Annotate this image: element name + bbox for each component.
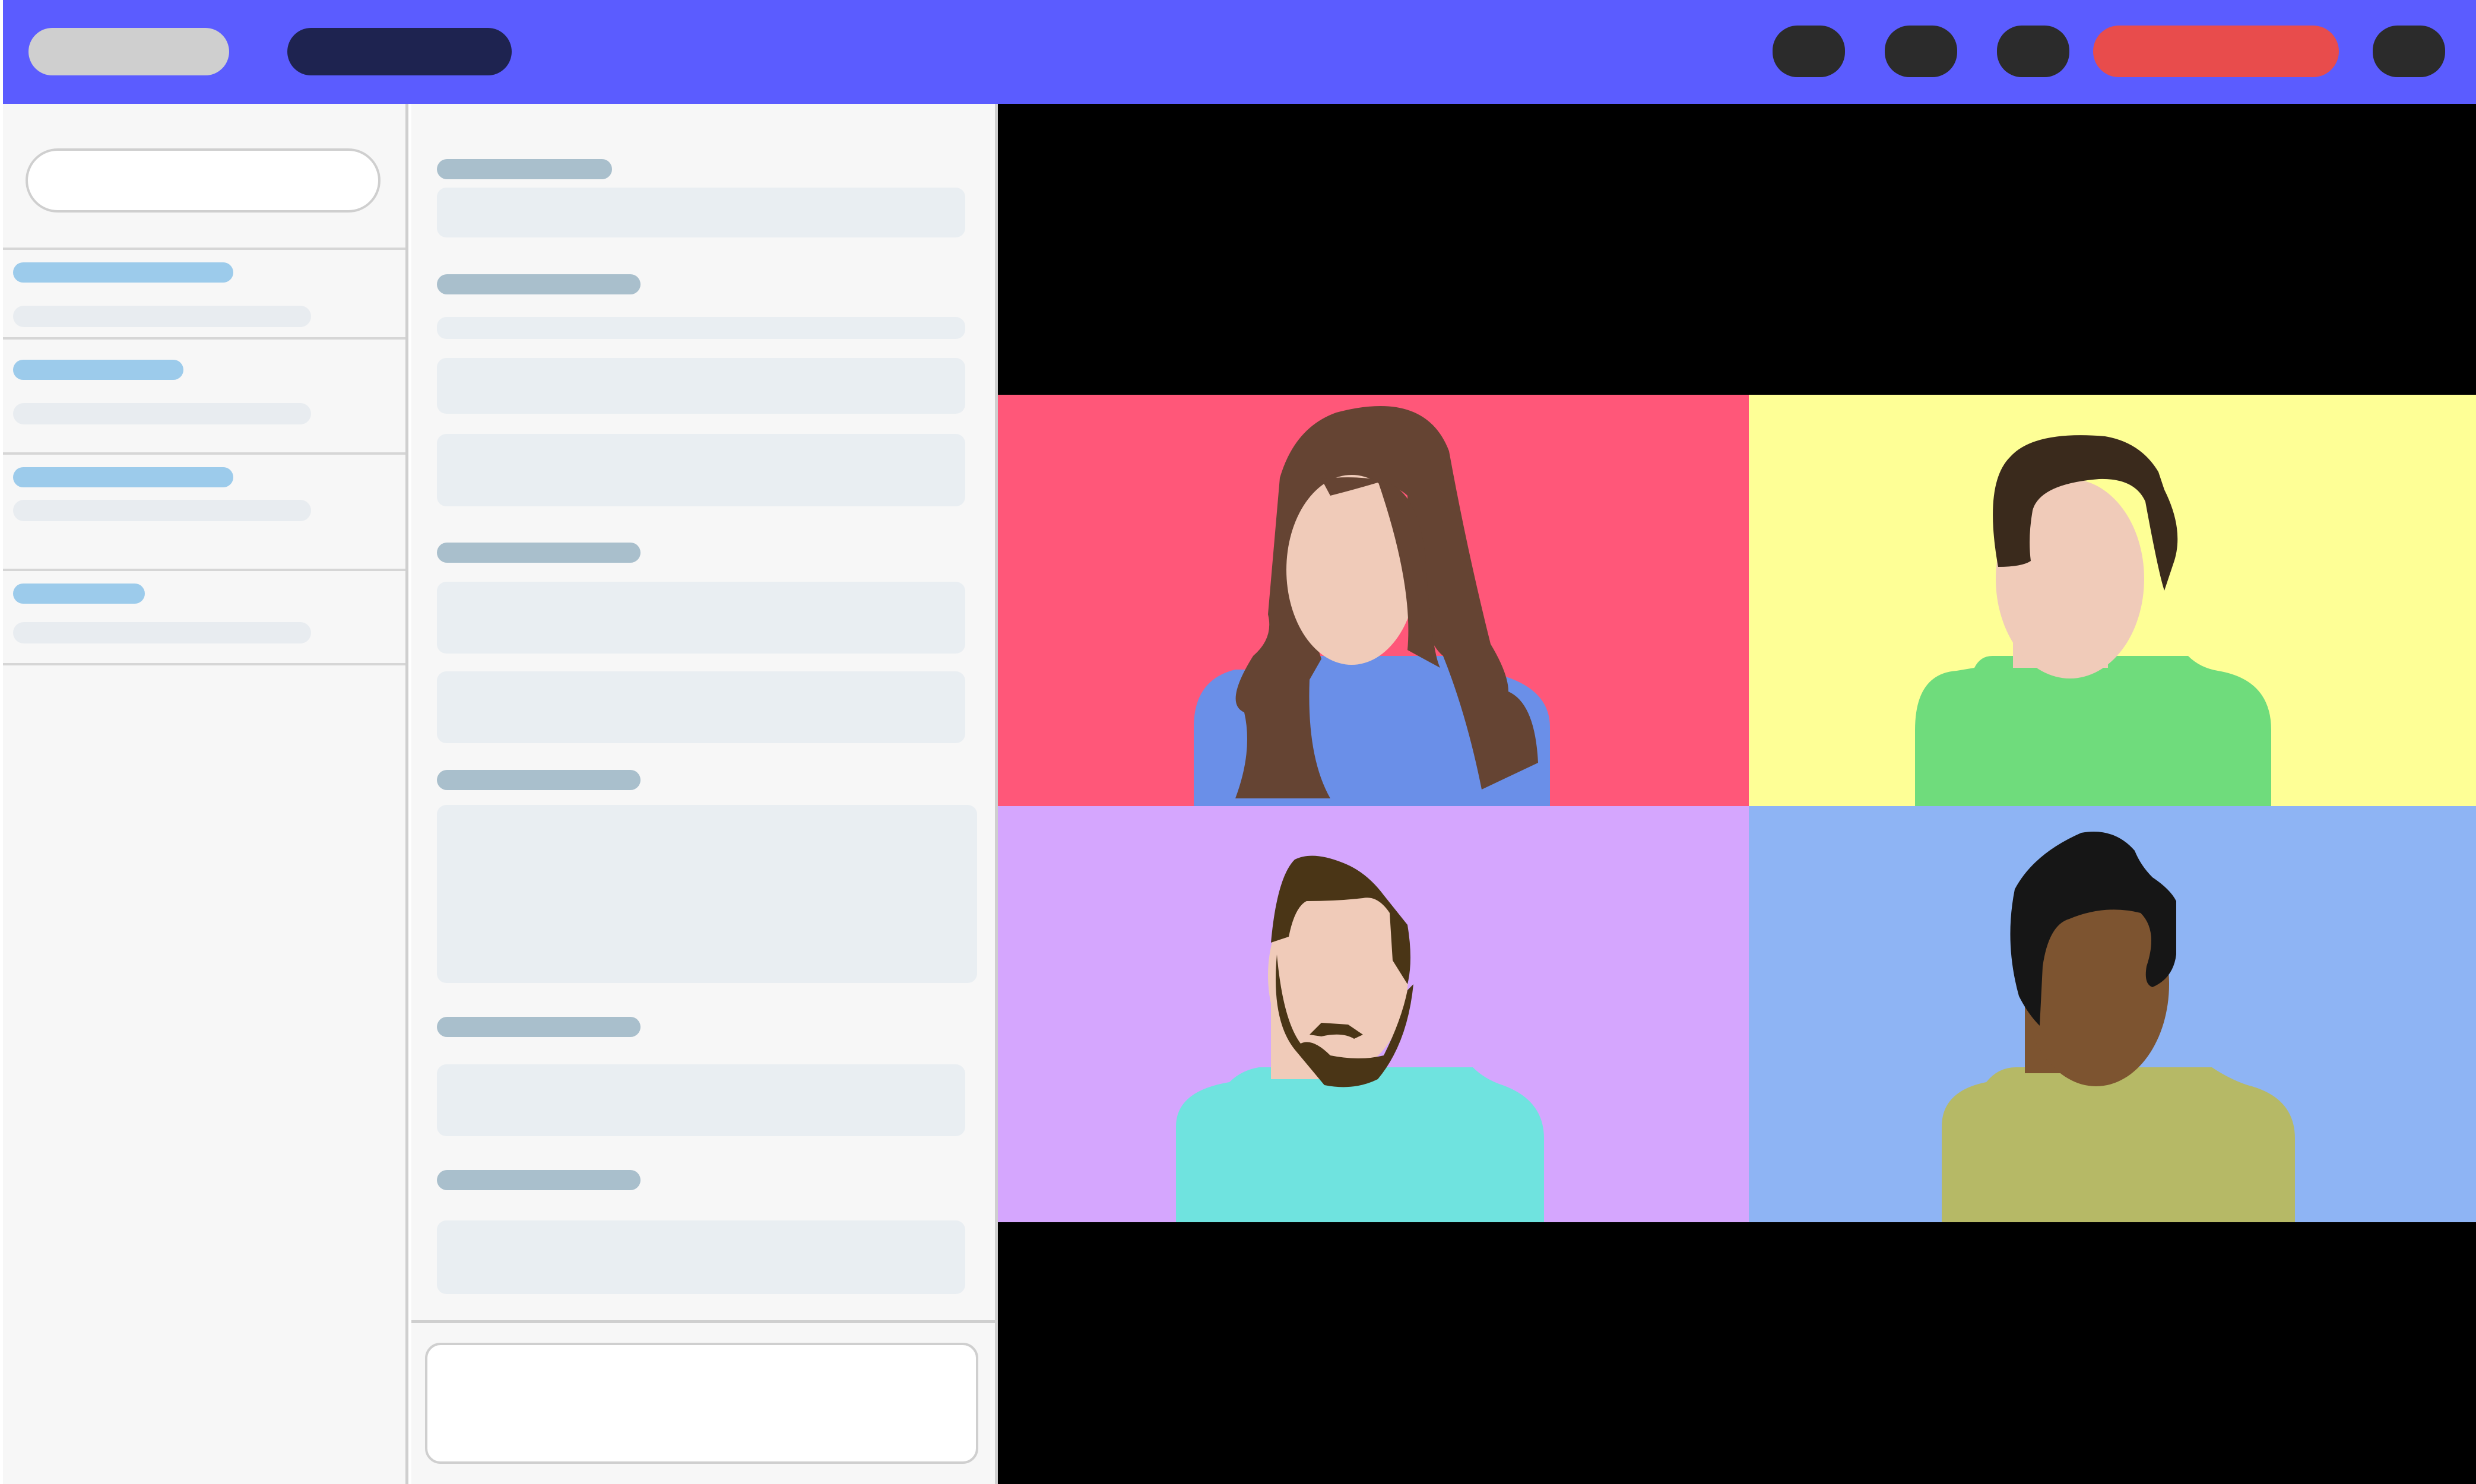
sidebar-item-subtitle	[13, 403, 311, 424]
field-label	[437, 274, 641, 294]
sidebar-item-title	[13, 467, 233, 487]
control-button-2[interactable]	[1885, 26, 1957, 77]
field-label	[437, 770, 641, 790]
participant-tile[interactable]	[998, 395, 1749, 806]
composer-divider	[411, 1320, 995, 1323]
woman-long-hair-avatar-icon	[1194, 405, 1550, 806]
light-pill-button[interactable]	[28, 28, 229, 75]
field-label	[437, 1017, 641, 1037]
text-area[interactable]	[437, 805, 977, 983]
text-field[interactable]	[437, 358, 965, 414]
sidebar-item-subtitle	[13, 622, 311, 643]
text-field[interactable]	[437, 582, 965, 654]
search-field[interactable]	[26, 148, 381, 213]
sidebar-item-subtitle	[13, 306, 311, 327]
man-beard-avatar-icon	[1176, 855, 1544, 1222]
text-field[interactable]	[437, 434, 965, 506]
control-button-1[interactable]	[1773, 26, 1845, 77]
field-label	[437, 543, 641, 563]
control-button-3[interactable]	[1997, 26, 2069, 77]
participant-tile[interactable]	[998, 806, 1749, 1222]
text-field[interactable]	[437, 1064, 965, 1136]
sidebar-item[interactable]	[3, 250, 405, 338]
sidebar-item-title	[13, 584, 145, 604]
sidebar-item-title	[13, 262, 233, 283]
field-label	[437, 159, 612, 179]
sidebar-item[interactable]	[3, 340, 405, 452]
leave-call-button[interactable]	[2093, 26, 2339, 77]
text-field-thin[interactable]	[437, 317, 965, 339]
sidebar-item-title	[13, 360, 183, 380]
text-field[interactable]	[437, 1220, 965, 1294]
sidebar-item[interactable]	[3, 571, 405, 663]
field-label	[437, 1170, 641, 1190]
control-button-5[interactable]	[2373, 26, 2445, 77]
sidebar-item-subtitle	[13, 500, 311, 521]
participant-tile[interactable]	[1749, 806, 2476, 1222]
man-curly-hair-avatar-icon	[1942, 832, 2295, 1222]
sidebar-item[interactable]	[3, 455, 405, 569]
text-field[interactable]	[437, 188, 965, 237]
message-input[interactable]	[425, 1343, 978, 1464]
dark-pill-button[interactable]	[287, 28, 512, 75]
text-field[interactable]	[437, 671, 965, 743]
man-short-hair-avatar-icon	[1915, 435, 2271, 806]
sidebar-divider	[3, 663, 405, 665]
participant-tile[interactable]	[1749, 395, 2476, 806]
